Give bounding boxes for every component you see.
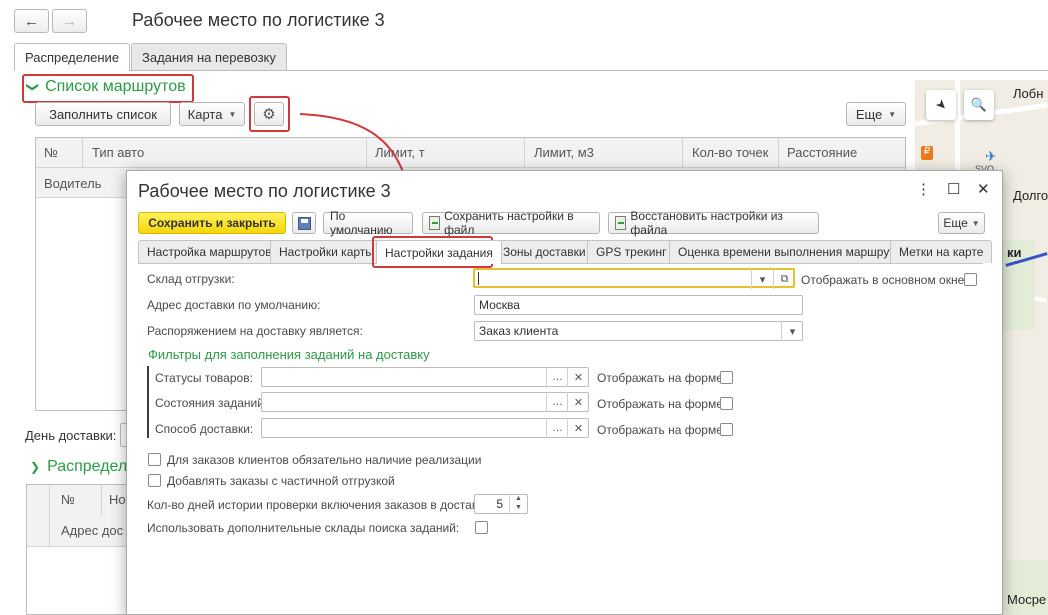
restore-settings-file-button[interactable]: Восстановить настройки из файла	[608, 209, 819, 237]
save-settings-file-button[interactable]: Сохранить настройки в файл	[422, 209, 600, 237]
extra-warehouses-checkbox[interactable]	[475, 521, 488, 534]
delivery-order-select[interactable]: Заказ клиента ▾	[474, 321, 803, 341]
show-on-form-label: Отображать на форме:	[597, 423, 727, 437]
warehouse-input[interactable]: ▾ ⧉	[473, 268, 795, 289]
dropdown-arrow-icon[interactable]: ▾	[751, 269, 773, 289]
show-main-window-checkbox[interactable]	[964, 273, 977, 286]
show-on-form-label: Отображать на форме:	[597, 371, 727, 385]
dialog-title: Рабочее место по логистике 3	[138, 181, 391, 201]
delivery-method-input[interactable]: … ✕	[261, 418, 589, 438]
show-main-window-label: Отображать в основном окне:	[801, 273, 968, 287]
tab-task-settings[interactable]: Настройки задания	[376, 240, 502, 264]
extra-warehouses-label: Использовать дополнительные склады поиск…	[147, 521, 460, 535]
show-on-form-checkbox[interactable]	[720, 397, 733, 410]
file-import-icon	[615, 216, 627, 230]
open-icon[interactable]: ⧉	[773, 269, 795, 289]
tab-map-markers[interactable]: Метки на карте	[890, 240, 993, 263]
default-address-input[interactable]: Москва	[474, 295, 803, 315]
stepper-arrows-icon[interactable]: ▲ ▼	[509, 494, 527, 514]
maximize-icon[interactable]: ☐	[947, 180, 960, 198]
text-cursor	[478, 272, 479, 285]
task-state-input[interactable]: … ✕	[261, 392, 589, 412]
tab-route-time-estimate[interactable]: Оценка времени выполнения маршрута	[669, 240, 911, 263]
product-status-input[interactable]: … ✕	[261, 367, 589, 387]
tab-route-settings[interactable]: Настройка маршрутов	[138, 240, 281, 263]
dropdown-arrow-icon: ▼	[971, 218, 980, 228]
clear-icon[interactable]: ✕	[567, 367, 589, 387]
tab-map-settings[interactable]: Настройки карты	[270, 240, 383, 263]
file-export-icon	[429, 216, 441, 230]
filter-label: Способ доставки:	[155, 422, 254, 436]
restore-settings-file-label: Восстановить настройки из файла	[630, 209, 783, 237]
tab-delivery-zones[interactable]: Зоны доставки	[494, 240, 595, 263]
more-actions-icon[interactable]: ⋮	[916, 180, 931, 198]
delivery-order-value: Заказ клиента	[479, 324, 559, 338]
select-icon[interactable]: …	[546, 418, 568, 438]
delivery-order-label: Распоряжением на доставку является:	[147, 324, 363, 338]
dropdown-arrow-icon[interactable]: ▾	[781, 321, 803, 341]
clear-icon[interactable]: ✕	[567, 418, 589, 438]
require-realization-label: Для заказов клиентов обязательно наличие…	[167, 453, 482, 467]
dialog-more-label: Еще	[943, 216, 968, 230]
tabs-divider	[138, 263, 983, 264]
require-realization-checkbox[interactable]	[148, 453, 161, 466]
history-days-label: Кол-во дней истории проверки включения з…	[147, 498, 497, 512]
history-days-value: 5	[496, 497, 503, 511]
show-on-form-checkbox[interactable]	[720, 371, 733, 384]
filters-section-bar	[147, 366, 149, 438]
floppy-disk-icon	[297, 216, 311, 230]
save-settings-file-label: Сохранить настройки в файл	[444, 209, 574, 237]
select-icon[interactable]: …	[546, 392, 568, 412]
default-address-label: Адрес доставки по умолчанию:	[147, 298, 321, 312]
filter-label: Состояния заданий:	[155, 396, 268, 410]
defaults-button[interactable]: По умолчанию	[323, 209, 413, 237]
tab-distribution[interactable]: Распределение	[14, 43, 131, 71]
select-icon[interactable]: …	[546, 367, 568, 387]
clear-icon[interactable]: ✕	[567, 392, 589, 412]
dialog-more-button[interactable]: Еще ▼	[938, 212, 985, 234]
save-and-close-button[interactable]: Сохранить и закрыть	[138, 212, 286, 234]
settings-dialog[interactable]: Рабочее место по логистике 3 ⋮ ☐ ✕ Сохра…	[126, 170, 1003, 615]
tab-gps-tracking[interactable]: GPS трекинг	[587, 240, 676, 263]
save-button[interactable]	[292, 212, 316, 234]
filters-section-title: Фильтры для заполнения заданий на достав…	[148, 347, 430, 362]
filter-label: Статусы товаров:	[155, 371, 253, 385]
partial-shipment-checkbox[interactable]	[148, 474, 161, 487]
show-on-form-checkbox[interactable]	[720, 423, 733, 436]
show-on-form-label: Отображать на форме:	[597, 397, 727, 411]
history-days-input[interactable]: 5 ▲ ▼	[474, 494, 528, 514]
warehouse-label: Склад отгрузки:	[147, 272, 235, 286]
partial-shipment-label: Добавлять заказы с частичной отгрузкой	[167, 474, 395, 488]
close-icon[interactable]: ✕	[977, 180, 990, 198]
